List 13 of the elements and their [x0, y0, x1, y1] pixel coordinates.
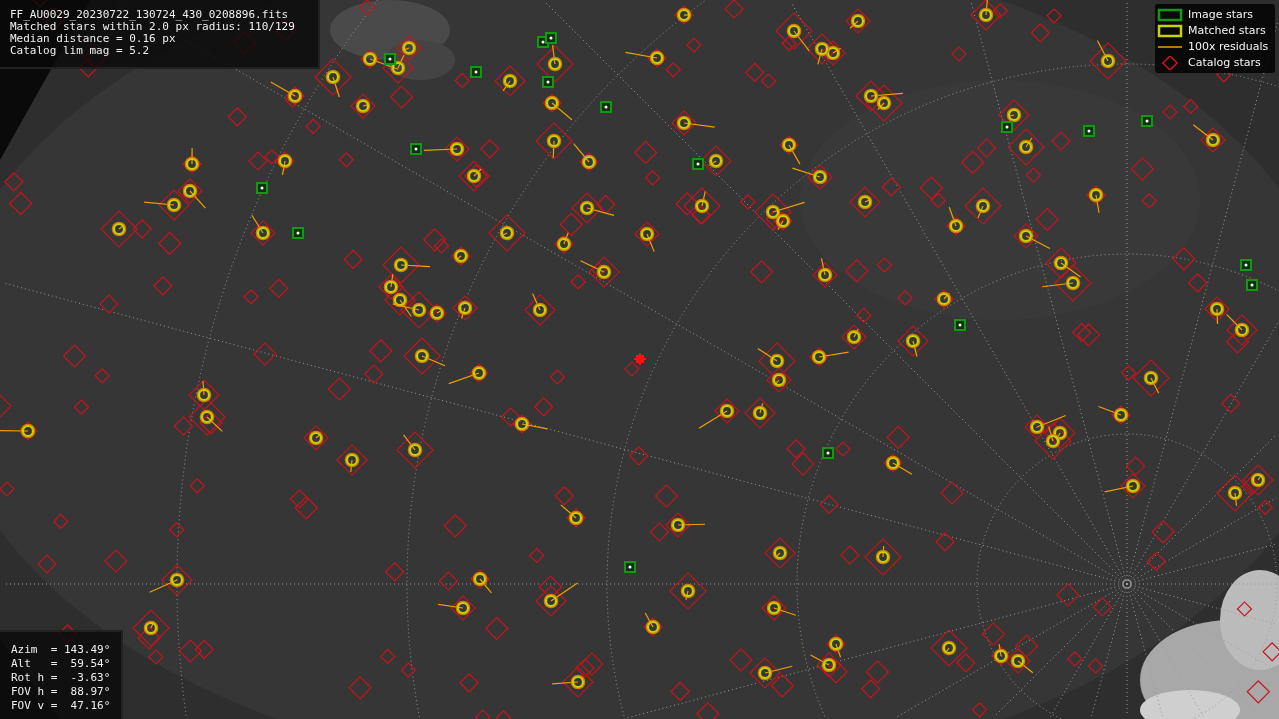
- pointing-text: Rot h = -3.63°: [11, 671, 112, 685]
- pointing-text: Azim = 143.49°: [11, 643, 112, 657]
- legend-label: 100x residuals: [1188, 40, 1269, 53]
- legend-label: Matched stars: [1188, 24, 1266, 37]
- info-text: Catalog lim mag = 5.2: [10, 45, 151, 57]
- pointing-text: Alt = 59.54°: [11, 657, 112, 671]
- pointing-text: FOV h = 88.97°: [11, 685, 112, 699]
- info-text: Matched stars within 2.0 px radius: 110/129: [10, 21, 296, 33]
- info-text: Median distance = 0.16 px: [10, 33, 177, 45]
- legend-label: Image stars: [1188, 8, 1253, 21]
- info-text: FF_AU0029_20230722_130724_430_0208896.fits: [10, 9, 290, 21]
- legend-label: Catalog stars: [1188, 56, 1261, 69]
- pointing-text: FOV v = 47.16°: [11, 699, 112, 713]
